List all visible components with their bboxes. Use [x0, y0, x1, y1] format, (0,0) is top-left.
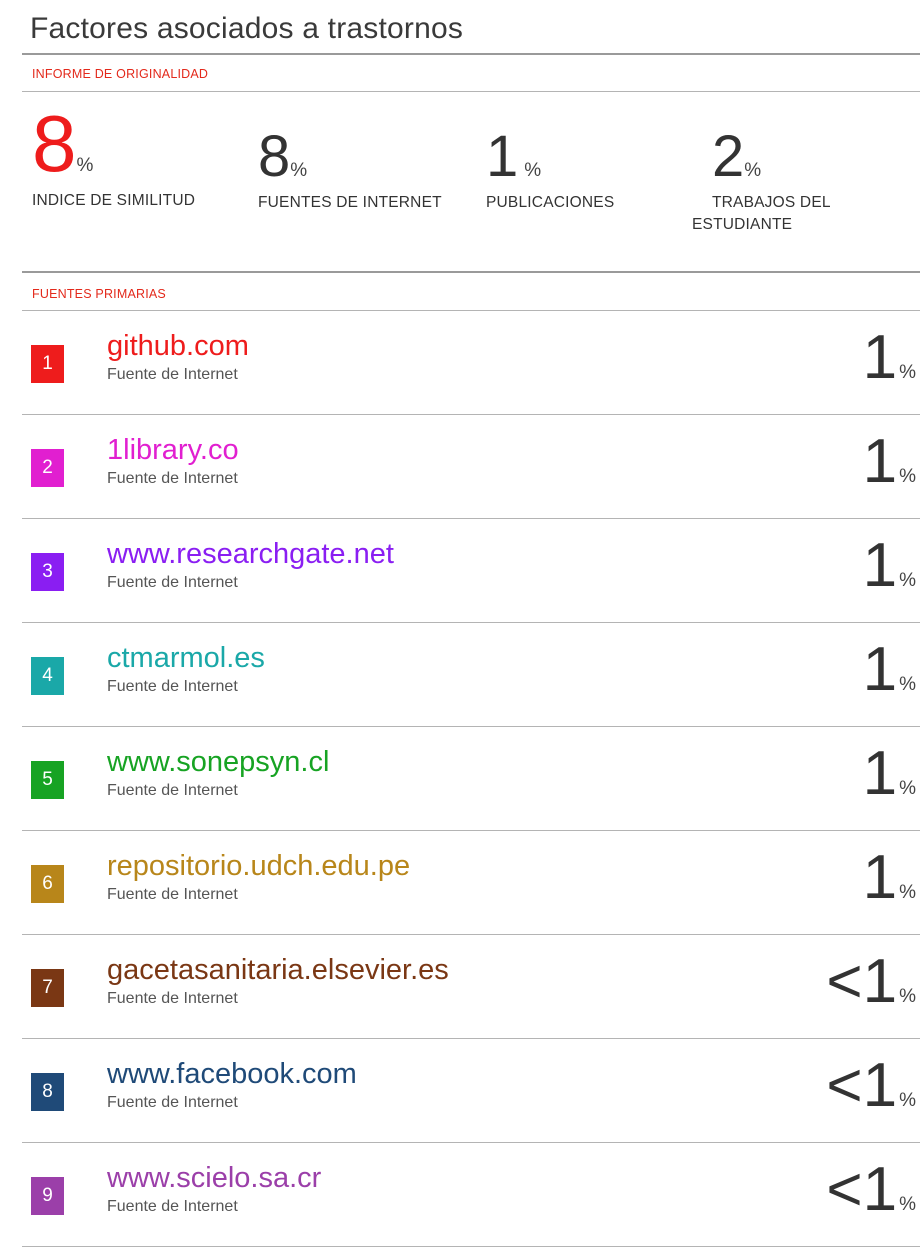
originality-report-label: INFORME DE ORIGINALIDAD [32, 67, 209, 81]
primary-sources-label: FUENTES PRIMARIAS [32, 287, 166, 301]
source-rank-badge: 2 [31, 449, 64, 487]
source-name-link[interactable]: www.scielo.sa.cr [107, 1161, 321, 1195]
source-percentage-symbol: % [899, 674, 916, 695]
student-papers-value: 2 [712, 124, 745, 189]
source-row[interactable]: 2 1library.co Fuente de Internet 1% [0, 415, 920, 519]
source-type-label: Fuente de Internet [107, 366, 238, 383]
source-type-label: Fuente de Internet [107, 470, 238, 487]
source-percentage-symbol: % [899, 362, 916, 383]
source-percentage: 1% [863, 737, 916, 811]
source-percentage-value: 1 [862, 635, 898, 704]
source-row[interactable]: 3 www.researchgate.net Fuente de Internet 1… [0, 519, 920, 623]
similarity-index-label: INDICE DE SIMILITUD [32, 192, 196, 209]
source-name-link[interactable]: github.com [107, 329, 249, 363]
similarity-index-pct: % [76, 155, 94, 176]
internet-sources-label: FUENTES DE INTERNET [258, 194, 442, 211]
source-rank-badge: 4 [31, 657, 64, 695]
source-row[interactable]: 4 ctmarmol.es Fuente de Internet 1% [0, 623, 920, 727]
source-percentage-value: <1 [826, 1051, 898, 1120]
source-row[interactable]: 7 gacetasanitaria.elsevier.es Fuente de In… [0, 935, 920, 1039]
source-name-link[interactable]: gacetasanitaria.elsevier.es [107, 953, 449, 987]
source-rank-badge: 8 [31, 1073, 64, 1111]
internet-sources-stat: 8% FUENTES DE INTERNET [258, 128, 442, 214]
source-rank-badge: 5 [31, 761, 64, 799]
source-type-label: Fuente de Internet [107, 782, 238, 799]
source-rank-badge: 9 [31, 1177, 64, 1215]
source-percentage-symbol: % [899, 570, 916, 591]
internet-sources-value: 8 [258, 124, 291, 189]
source-name-link[interactable]: ctmarmol.es [107, 641, 265, 675]
source-percentage-symbol: % [899, 1194, 916, 1215]
source-rank-badge: 1 [31, 345, 64, 383]
source-type-label: Fuente de Internet [107, 1094, 238, 1111]
publications-value: 1 [486, 124, 519, 189]
source-rank-badge: 6 [31, 865, 64, 903]
similarity-index-value: 8 [32, 99, 77, 188]
source-type-label: Fuente de Internet [107, 1198, 238, 1215]
source-type-label: Fuente de Internet [107, 678, 238, 695]
source-type-label: Fuente de Internet [107, 886, 238, 903]
source-percentage-value: 1 [862, 531, 898, 600]
title-divider [22, 53, 920, 55]
stats-divider [22, 271, 920, 273]
source-name-link[interactable]: 1library.co [107, 433, 239, 467]
publications-pct: % [524, 160, 542, 181]
source-name-link[interactable]: www.facebook.com [107, 1057, 357, 1091]
source-row[interactable]: 5 www.sonepsyn.cl Fuente de Internet 1% [0, 727, 920, 831]
source-percentage-value: 1 [862, 843, 898, 912]
student-papers-pct: % [744, 160, 762, 181]
student-papers-label-line1: TRABAJOS DEL [712, 194, 831, 211]
source-percentage: <1% [826, 1153, 916, 1227]
source-percentage: <1% [826, 1049, 916, 1123]
student-papers-stat: 2% TRABAJOS DEL ESTUDIANTE [692, 128, 831, 236]
source-percentage-value: 1 [862, 427, 898, 496]
source-percentage-symbol: % [899, 1090, 916, 1111]
source-type-label: Fuente de Internet [107, 574, 238, 591]
source-percentage-value: 1 [862, 739, 898, 808]
source-rank-badge: 7 [31, 969, 64, 1007]
source-percentage: 1% [863, 841, 916, 915]
publications-label: PUBLICACIONES [486, 194, 615, 211]
source-percentage: 1% [863, 529, 916, 603]
source-name-link[interactable]: www.researchgate.net [107, 537, 394, 571]
source-percentage-symbol: % [899, 778, 916, 799]
source-row[interactable]: 8 www.facebook.com Fuente de Internet <1% [0, 1039, 920, 1143]
source-row[interactable]: 9 www.scielo.sa.cr Fuente de Internet <1% [0, 1143, 920, 1247]
originality-report: Factores asociados a trastornos INFORME … [0, 0, 920, 1247]
source-rank-badge: 3 [31, 553, 64, 591]
source-percentage: <1% [826, 945, 916, 1019]
source-percentage: 1% [863, 321, 916, 395]
internet-sources-pct: % [290, 160, 308, 181]
source-percentage: 1% [863, 633, 916, 707]
source-percentage-value: 1 [862, 323, 898, 392]
source-percentage: 1% [863, 425, 916, 499]
source-name-link[interactable]: repositorio.udch.edu.pe [107, 849, 410, 883]
source-percentage-symbol: % [899, 882, 916, 903]
source-percentage-symbol: % [899, 986, 916, 1007]
source-row[interactable]: 1 github.com Fuente de Internet 1% [0, 311, 920, 415]
source-percentage-symbol: % [899, 466, 916, 487]
similarity-index-stat: 8% INDICE DE SIMILITUD [32, 104, 195, 212]
source-percentage-value: <1 [826, 1155, 898, 1224]
source-type-label: Fuente de Internet [107, 990, 238, 1007]
student-papers-label-line2: ESTUDIANTE [692, 216, 793, 233]
document-title: Factores asociados a trastornos [30, 12, 464, 45]
source-row[interactable]: 6 repositorio.udch.edu.pe Fuente de Intern… [0, 831, 920, 935]
publications-stat: 1% PUBLICACIONES [486, 128, 614, 214]
source-name-link[interactable]: www.sonepsyn.cl [107, 745, 329, 779]
source-percentage-value: <1 [826, 947, 898, 1016]
section-divider [22, 91, 920, 92]
